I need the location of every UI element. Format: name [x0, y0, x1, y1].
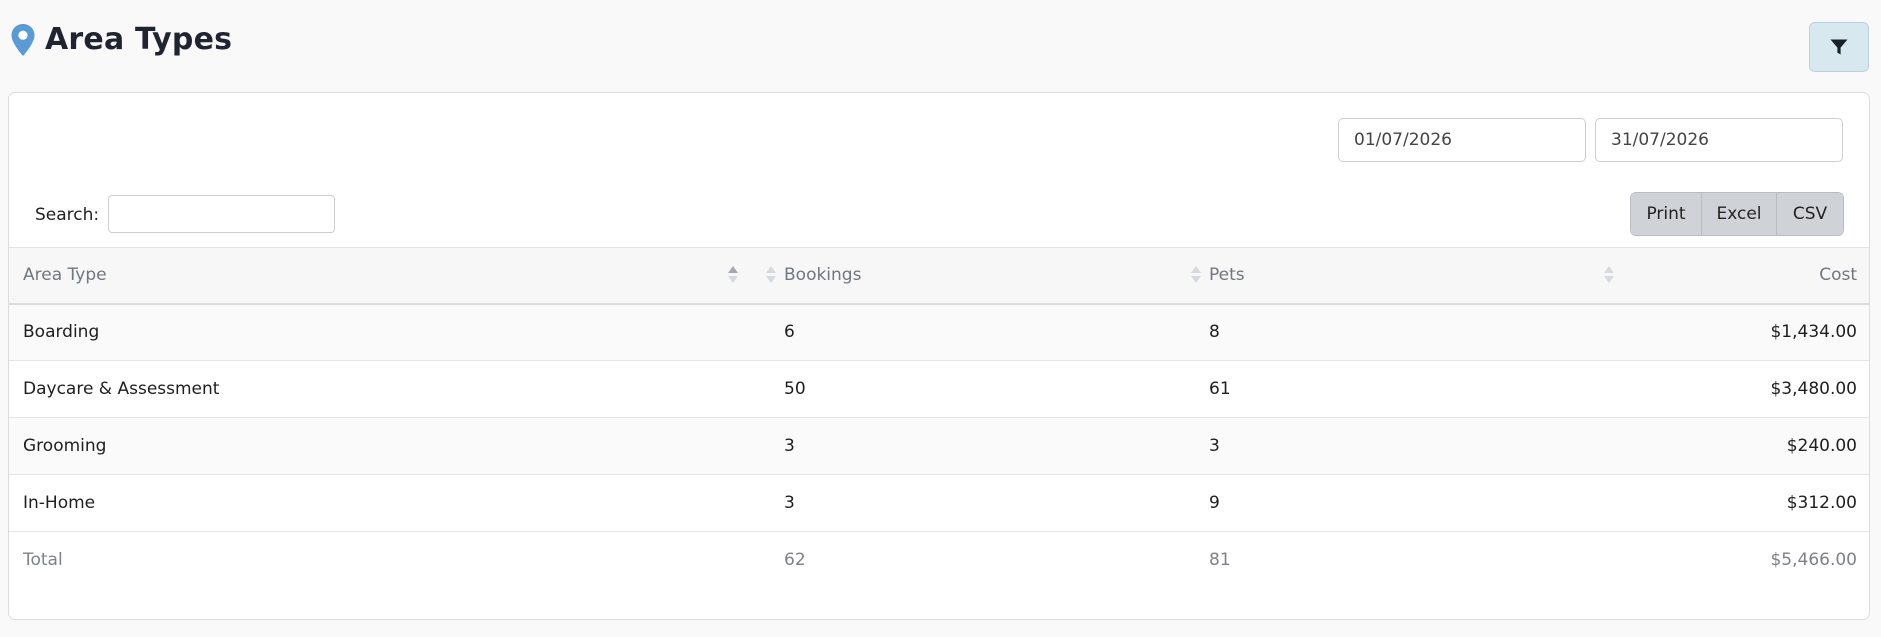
date-to-input[interactable]: [1595, 118, 1843, 162]
page-title-group: Area Types: [10, 22, 232, 57]
column-header-label: Cost: [1819, 265, 1857, 286]
map-pin-icon: [11, 23, 35, 56]
page-title: Area Types: [45, 22, 233, 57]
table-row: Boarding 6 8 $1,434.00: [9, 303, 1869, 361]
table-row: Grooming 3 3 $240.00: [9, 417, 1869, 475]
sort-ascending-icon: [728, 266, 738, 286]
csv-button[interactable]: CSV: [1777, 193, 1843, 235]
column-header-pets[interactable]: Pets: [1187, 247, 1612, 305]
column-header-bookings[interactable]: Bookings: [762, 247, 1187, 305]
total-cost: $5,466.00: [1770, 549, 1857, 570]
cell-area-type: Daycare & Assessment: [9, 360, 762, 418]
table-header-row: Area Type Bookings Pets Cost: [9, 247, 1869, 305]
sort-icon: [1191, 266, 1201, 286]
column-header-area-type[interactable]: Area Type: [9, 247, 762, 305]
cell-bookings: 3: [762, 417, 1187, 475]
area-types-table: Area Type Bookings Pets Cost Boarding 6 …: [9, 247, 1869, 588]
table-row: Daycare & Assessment 50 61 $3,480.00: [9, 360, 1869, 418]
sort-icon: [1604, 266, 1614, 286]
table-row: In-Home 3 9 $312.00: [9, 474, 1869, 532]
page-header: Area Types: [0, 0, 1881, 84]
search-label: Search:: [35, 205, 100, 225]
total-pets: 81: [1209, 549, 1231, 570]
cell-cost: $240.00: [1612, 417, 1869, 475]
column-header-label: Area Type: [23, 265, 107, 286]
column-header-cost[interactable]: Cost: [1604, 247, 1869, 305]
filter-button[interactable]: [1809, 22, 1869, 72]
cell-area-type: Grooming: [9, 417, 762, 475]
cell-bookings: 50: [762, 360, 1187, 418]
table-total-row: Total 62 81 $5,466.00: [9, 532, 1869, 588]
search-input[interactable]: [108, 195, 335, 233]
column-header-label: Pets: [1209, 265, 1245, 286]
cell-pets: 3: [1187, 417, 1612, 475]
column-header-label: Bookings: [784, 265, 862, 286]
cell-cost: $312.00: [1612, 474, 1869, 532]
cell-cost: $1,434.00: [1612, 303, 1869, 361]
date-from-input[interactable]: [1338, 118, 1586, 162]
export-button-group: Print Excel CSV: [1630, 192, 1844, 236]
total-bookings: 62: [784, 549, 806, 570]
cell-pets: 9: [1187, 474, 1612, 532]
cell-cost: $3,480.00: [1612, 360, 1869, 418]
cell-pets: 61: [1187, 360, 1612, 418]
filter-icon: [1830, 39, 1848, 55]
sort-icon: [766, 266, 776, 286]
print-button[interactable]: Print: [1631, 193, 1702, 235]
total-label: Total: [23, 549, 63, 570]
cell-area-type: In-Home: [9, 474, 762, 532]
cell-area-type: Boarding: [9, 303, 762, 361]
cell-bookings: 3: [762, 474, 1187, 532]
excel-button[interactable]: Excel: [1702, 193, 1777, 235]
cell-bookings: 6: [762, 303, 1187, 361]
cell-pets: 8: [1187, 303, 1612, 361]
report-card: Search: Print Excel CSV Area Type Bookin…: [8, 92, 1870, 620]
